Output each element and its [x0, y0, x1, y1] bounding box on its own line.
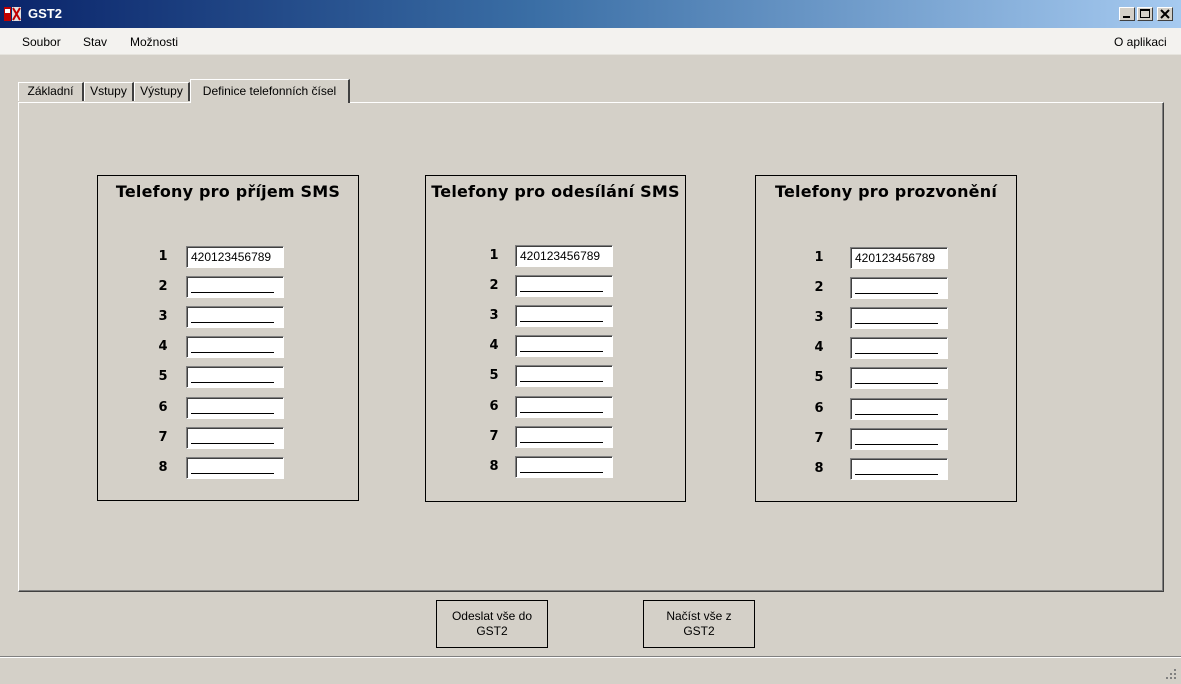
row-number: 2	[489, 278, 499, 293]
phone-number-field[interactable]	[186, 276, 284, 298]
group-title: Telefony pro odesílání SMS	[431, 182, 680, 201]
tab-vstupy[interactable]: Vstupy	[84, 82, 134, 101]
row-number: 4	[158, 339, 168, 354]
empty-field-underline	[191, 292, 274, 293]
resize-grip-icon[interactable]	[1165, 668, 1177, 680]
empty-field-underline	[855, 414, 938, 415]
row-number: 2	[158, 279, 168, 294]
phone-number-value: 420123456789	[191, 250, 272, 264]
phone-number-field[interactable]	[515, 335, 613, 357]
row-number: 4	[814, 340, 824, 355]
close-button[interactable]	[1157, 7, 1173, 21]
row-number: 1	[814, 250, 824, 265]
window-title: GST2	[28, 6, 62, 21]
phone-number-field[interactable]	[515, 456, 613, 478]
row-number: 1	[158, 249, 168, 264]
empty-field-underline	[191, 382, 274, 383]
empty-field-underline	[855, 383, 938, 384]
load-all-label: Načíst vše z GST2	[666, 609, 732, 638]
phone-number-field[interactable]	[186, 336, 284, 358]
phone-number-field[interactable]	[850, 337, 948, 359]
empty-field-underline	[855, 323, 938, 324]
empty-field-underline	[855, 293, 938, 294]
phone-number-value: 420123456789	[520, 249, 601, 263]
phone-number-value: 420123456789	[855, 251, 936, 265]
tab-definice[interactable]: Definice telefonních čísel	[190, 79, 350, 103]
phone-number-field[interactable]	[850, 428, 948, 450]
empty-field-underline	[191, 473, 274, 474]
phone-number-field[interactable]	[186, 366, 284, 388]
row-number: 5	[814, 370, 824, 385]
phone-number-field[interactable]	[186, 427, 284, 449]
status-bar	[0, 656, 1181, 684]
tab-zakladni[interactable]: Základní	[18, 82, 84, 101]
empty-field-underline	[520, 381, 603, 382]
phone-number-field[interactable]	[850, 277, 948, 299]
maximize-icon	[1140, 9, 1150, 18]
empty-field-underline	[191, 413, 274, 414]
load-all-button[interactable]: Načíst vše z GST2	[643, 600, 755, 648]
phone-number-field[interactable]	[515, 426, 613, 448]
row-number: 6	[158, 400, 168, 415]
close-icon	[1160, 9, 1170, 19]
maximize-button[interactable]	[1137, 7, 1153, 21]
group-title: Telefony pro prozvonění	[774, 182, 997, 201]
row-number: 2	[814, 280, 824, 295]
phone-number-field[interactable]	[850, 458, 948, 480]
empty-field-underline	[855, 444, 938, 445]
empty-field-underline	[191, 443, 274, 444]
phone-number-field[interactable]	[515, 365, 613, 387]
minimize-button[interactable]	[1119, 7, 1135, 21]
phone-app-icon[interactable]	[3, 6, 23, 22]
phone-number-field[interactable]	[850, 307, 948, 329]
row-number: 5	[489, 368, 499, 383]
phone-number-field[interactable]	[186, 457, 284, 479]
row-number: 1	[489, 248, 499, 263]
row-number: 8	[814, 461, 824, 476]
row-number: 4	[489, 338, 499, 353]
phone-number-field[interactable]	[515, 275, 613, 297]
row-number: 7	[814, 431, 824, 446]
row-number: 6	[814, 401, 824, 416]
row-number: 6	[489, 399, 499, 414]
tab-vystupy[interactable]: Výstupy	[134, 82, 190, 101]
minimize-icon	[1123, 16, 1130, 18]
empty-field-underline	[520, 351, 603, 352]
phone-number-field[interactable]	[186, 306, 284, 328]
phone-number-field[interactable]	[186, 397, 284, 419]
row-number: 7	[158, 430, 168, 445]
phone-number-field[interactable]: 420123456789	[515, 245, 613, 267]
empty-field-underline	[520, 291, 603, 292]
send-all-button[interactable]: Odeslat vše do GST2	[436, 600, 548, 648]
row-number: 3	[158, 309, 168, 324]
row-number: 8	[489, 459, 499, 474]
menu-moznosti[interactable]: Možnosti	[130, 35, 178, 49]
send-all-label: Odeslat vše do GST2	[451, 609, 533, 638]
phone-number-field[interactable]: 420123456789	[850, 247, 948, 269]
phone-number-field[interactable]	[515, 396, 613, 418]
empty-field-underline	[855, 474, 938, 475]
empty-field-underline	[520, 321, 603, 322]
empty-field-underline	[520, 442, 603, 443]
empty-field-underline	[520, 412, 603, 413]
empty-field-underline	[191, 322, 274, 323]
row-number: 8	[158, 460, 168, 475]
menu-about[interactable]: O aplikaci	[1114, 35, 1167, 49]
row-number: 7	[489, 429, 499, 444]
phone-number-field[interactable]: 420123456789	[186, 246, 284, 268]
phone-number-field[interactable]	[850, 398, 948, 420]
empty-field-underline	[855, 353, 938, 354]
menu-bar: Soubor Stav Možnosti O aplikaci	[0, 28, 1181, 55]
empty-field-underline	[191, 352, 274, 353]
phone-number-field[interactable]	[515, 305, 613, 327]
phone-number-field[interactable]	[850, 367, 948, 389]
empty-field-underline	[520, 472, 603, 473]
menu-stav[interactable]: Stav	[83, 35, 107, 49]
group-title: Telefony pro příjem SMS	[115, 182, 341, 201]
row-number: 3	[814, 310, 824, 325]
menu-soubor[interactable]: Soubor	[22, 35, 61, 49]
row-number: 5	[158, 369, 168, 384]
row-number: 3	[489, 308, 499, 323]
title-bar[interactable]: GST2	[0, 0, 1181, 28]
